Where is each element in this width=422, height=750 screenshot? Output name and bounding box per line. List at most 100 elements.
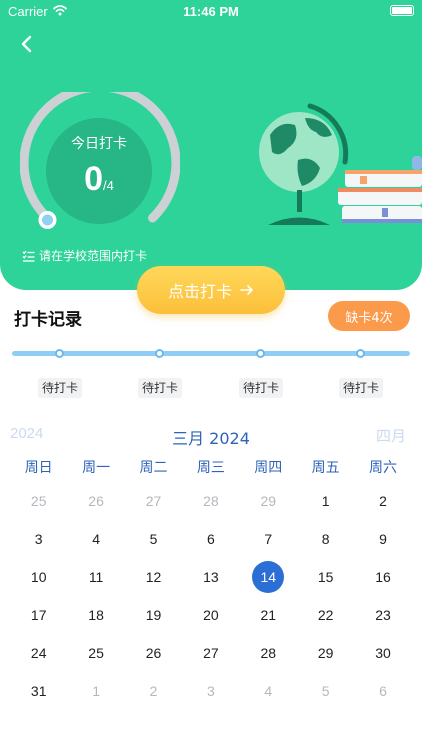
calendar-day-number: 29 (260, 493, 277, 509)
calendar-day-number: 24 (30, 645, 47, 661)
calendar-day[interactable]: 5 (297, 672, 354, 710)
calendar-day[interactable]: 19 (125, 596, 182, 634)
calendar-day[interactable]: 22 (297, 596, 354, 634)
calendar-week: 17 18 19 20 21 22 23 (10, 596, 412, 634)
calendar-day-number: 2 (379, 493, 387, 509)
calendar-day[interactable]: 8 (297, 520, 354, 558)
calendar-day-selected[interactable]: 14 (240, 558, 297, 596)
calendar-day[interactable]: 15 (297, 558, 354, 596)
calendar-day[interactable]: 1 (67, 672, 124, 710)
status-bar: Carrier 11:46 PM (0, 0, 422, 24)
calendar-day[interactable]: 30 (354, 634, 411, 672)
calendar-day-number: 25 (88, 645, 104, 661)
weekday-label: 周日 (24, 460, 53, 476)
calendar-day-number: 1 (92, 683, 100, 699)
calendar-day[interactable]: 31 (10, 672, 67, 710)
calendar-day-number: 4 (92, 531, 100, 547)
calendar-day-number: 26 (145, 645, 162, 661)
calendar-day-number: 11 (88, 569, 104, 585)
calendar-day[interactable]: 25 (10, 482, 67, 520)
calendar-day[interactable]: 10 (10, 558, 67, 596)
calendar-day[interactable]: 2 (354, 482, 411, 520)
calendar-week: 31 1 2 3 4 5 6 (10, 672, 412, 710)
calendar-day[interactable]: 26 (67, 482, 124, 520)
arrow-right-icon (240, 285, 253, 295)
calendar-day[interactable]: 13 (182, 558, 239, 596)
calendar-day[interactable]: 27 (182, 634, 239, 672)
calendar-day-number: 25 (30, 493, 47, 509)
calendar-day-number: 28 (203, 493, 219, 509)
calendar-day[interactable]: 18 (67, 596, 124, 634)
today-checkin-count: 0/4 (46, 160, 152, 199)
calendar-day[interactable]: 12 (125, 558, 182, 596)
calendar-day-number: 26 (88, 493, 104, 509)
checkin-timeline (12, 351, 410, 356)
records-title: 打卡记录 (14, 310, 82, 330)
calendar-day-number: 27 (203, 645, 219, 661)
calendar-day[interactable]: 6 (182, 520, 239, 558)
clock: 11:46 PM (183, 4, 239, 19)
calendar-day[interactable]: 5 (125, 520, 182, 558)
current-month-title: 三月 2024 (172, 429, 250, 448)
calendar-day-number: 7 (264, 531, 273, 547)
location-hint: 请在学校范围内打卡 (22, 247, 147, 264)
globe-books-illustration (259, 103, 422, 225)
calendar-day[interactable]: 4 (240, 672, 297, 710)
weekday-label: 周二 (139, 460, 168, 476)
calendar-day[interactable]: 7 (240, 520, 297, 558)
location-hint-text: 请在学校范围内打卡 (39, 249, 148, 263)
calendar-day[interactable]: 29 (297, 634, 354, 672)
checkin-button[interactable]: 点击打卡 (137, 266, 285, 314)
calendar-day-number: 3 (206, 683, 215, 699)
battery-icon (390, 5, 414, 16)
calendar-day[interactable]: 17 (10, 596, 67, 634)
checkin-button-label: 点击打卡 (167, 282, 232, 301)
checkin-done: 0 (84, 160, 104, 198)
calendar-week: 24 25 26 27 28 29 30 (10, 634, 412, 672)
calendar-day[interactable]: 3 (182, 672, 239, 710)
calendar-day[interactable]: 26 (125, 634, 182, 672)
calendar-week: 3 4 5 6 7 8 9 (10, 520, 412, 558)
calendar-day[interactable]: 24 (10, 634, 67, 672)
calendar-day[interactable]: 3 (10, 520, 67, 558)
calendar-day[interactable]: 1 (297, 482, 354, 520)
calendar-day-number: 18 (88, 607, 104, 623)
calendar-grid: 25 26 27 28 29 1 2 3 4 5 6 7 8 9 10 11 12 13 14 15 16 17 18 19 2… (10, 482, 412, 710)
calendar-day[interactable]: 20 (182, 596, 239, 634)
checklist-icon (22, 250, 35, 262)
calendar-day-number: 12 (145, 569, 162, 585)
missing-count-badge[interactable]: 缺卡4次 (328, 301, 410, 331)
calendar-day[interactable]: 25 (67, 634, 124, 672)
calendar-day[interactable]: 4 (67, 520, 124, 558)
calendar-day[interactable]: 28 (240, 634, 297, 672)
chevron-left-icon[interactable] (14, 30, 42, 58)
timeline-label: 待打卡 (138, 378, 183, 398)
calendar-day-number: 1 (321, 493, 330, 509)
calendar-day-number: 9 (379, 531, 387, 547)
calendar-day[interactable]: 9 (354, 520, 411, 558)
calendar-day[interactable]: 28 (182, 482, 239, 520)
calendar-day-number: 10 (30, 569, 47, 585)
calendar-day-number: 6 (206, 531, 215, 547)
calendar-day-number: 29 (317, 645, 334, 661)
calendar-week: 10 11 12 13 14 15 16 (10, 558, 412, 596)
calendar-day[interactable]: 11 (67, 558, 124, 596)
today-checkin-title: 今日打卡 (71, 136, 127, 152)
calendar-day-number: 23 (375, 607, 391, 623)
calendar-day[interactable]: 6 (354, 672, 411, 710)
calendar-day[interactable]: 2 (125, 672, 182, 710)
calendar-day[interactable]: 23 (354, 596, 411, 634)
calendar-header: 2024 三月 2024 四月 (0, 425, 422, 448)
timeline-label: 待打卡 (239, 378, 284, 398)
timeline-dot (356, 349, 365, 358)
calendar-day[interactable]: 27 (125, 482, 182, 520)
calendar-day-number: 27 (145, 493, 162, 509)
calendar-day[interactable]: 16 (354, 558, 411, 596)
calendar-day[interactable]: 21 (240, 596, 297, 634)
weekday-label: 周五 (311, 460, 340, 476)
next-month-button[interactable]: 四月 (376, 425, 406, 446)
calendar-day[interactable]: 29 (240, 482, 297, 520)
checkin-total: /4 (103, 178, 114, 193)
calendar-day-number: 20 (203, 607, 219, 623)
calendar-day-number: 14 (252, 561, 285, 593)
